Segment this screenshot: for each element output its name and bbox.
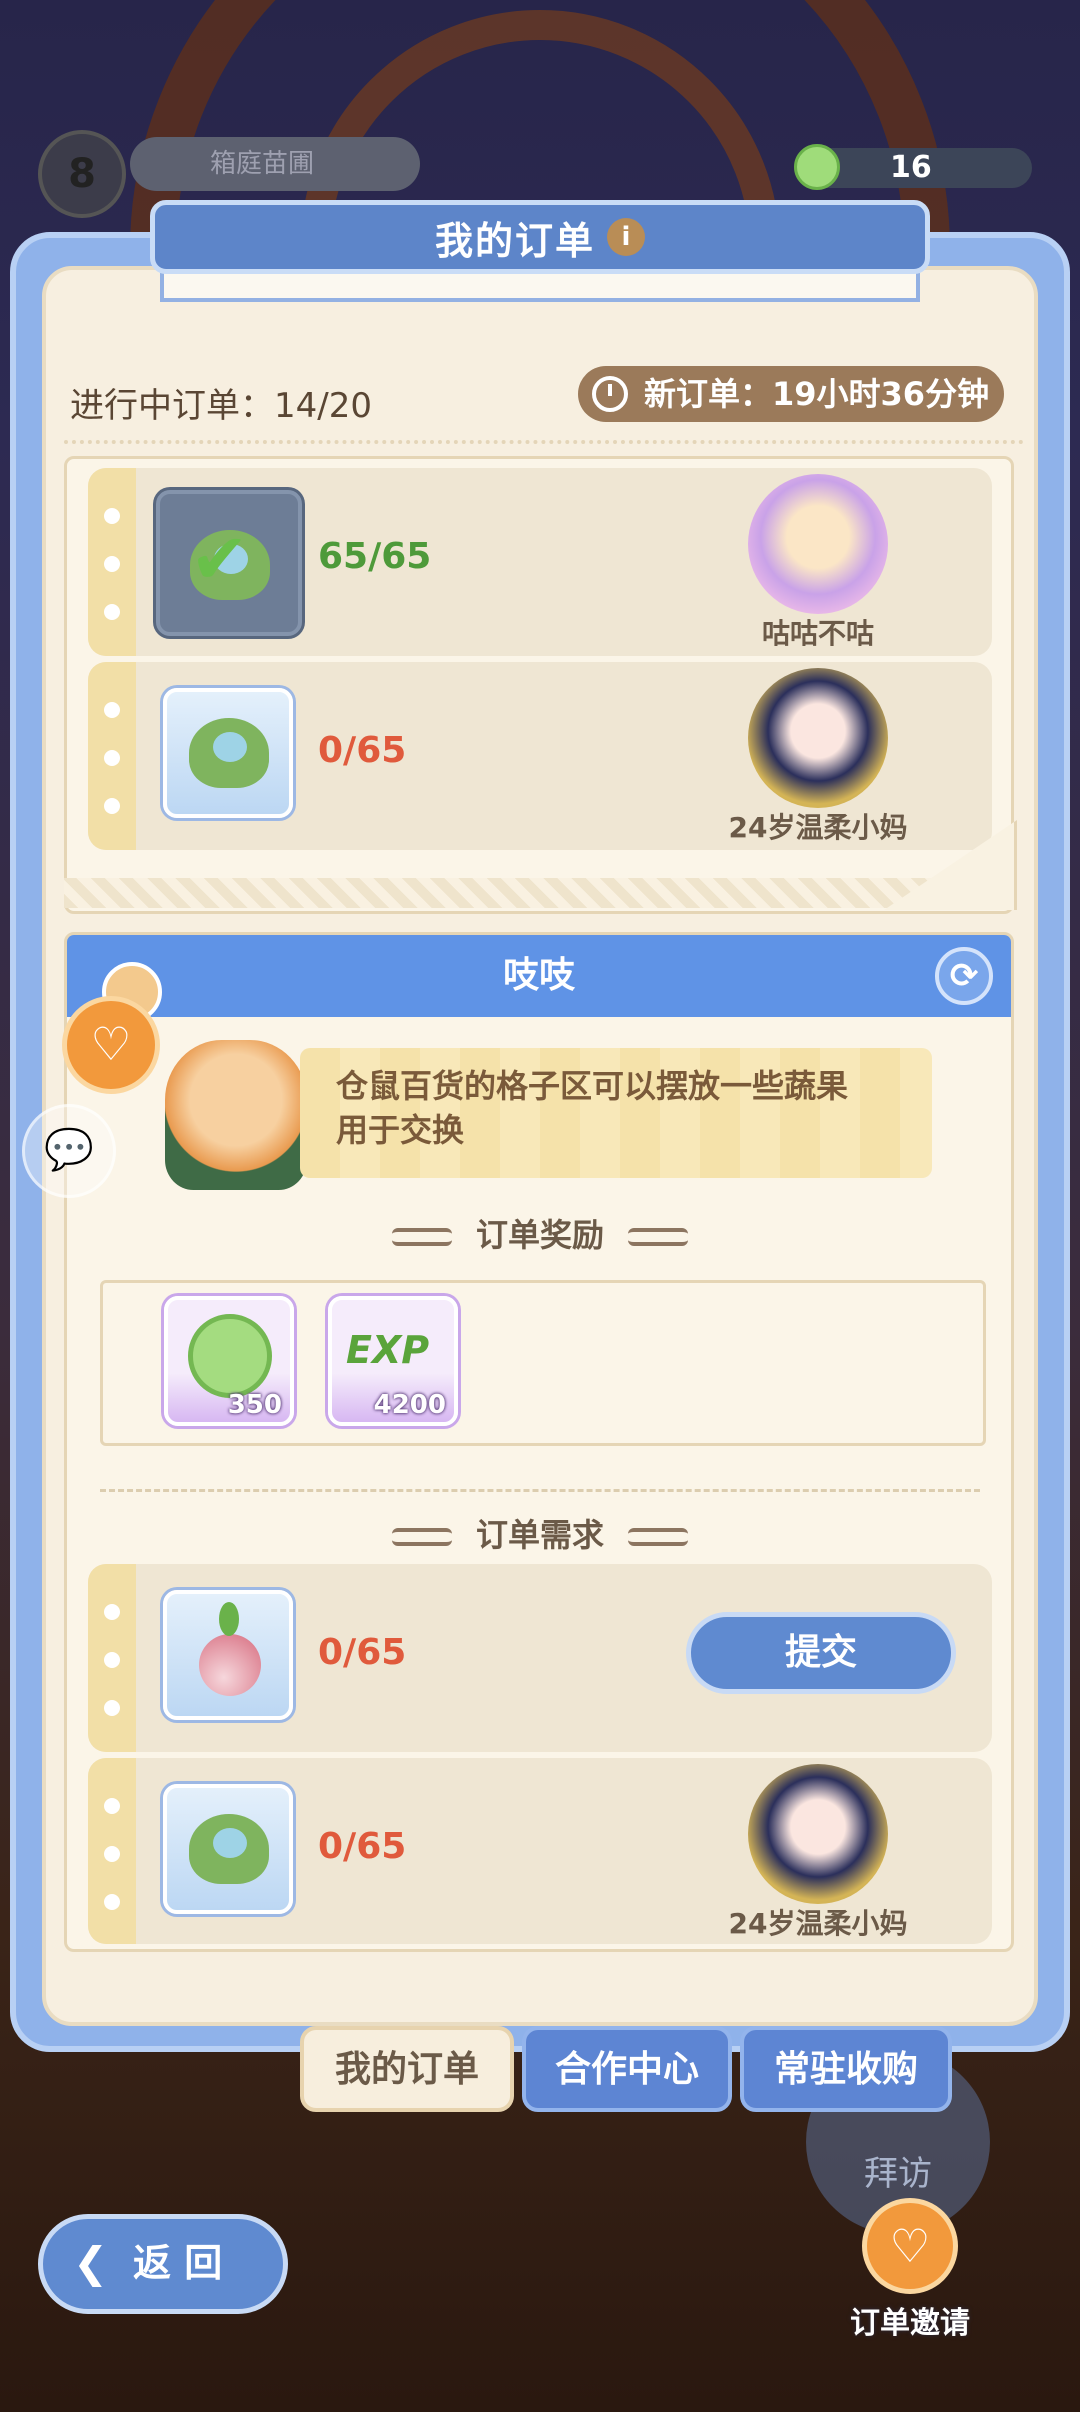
requester-avatar[interactable] — [748, 1764, 888, 1904]
item-count: 0/65 — [318, 1826, 407, 1867]
clover-coin-icon — [188, 1314, 272, 1398]
farm-name: 箱庭苗圃 — [130, 137, 420, 191]
new-order-timer: 新订单：19小时36分钟 — [578, 366, 1004, 422]
exp-clover-icon: EXP — [346, 1328, 430, 1372]
coin-counter: 16 — [794, 144, 1032, 190]
npc-dialog: 仓鼠百货的格子区可以摆放一些蔬果 用于交换 — [300, 1048, 932, 1178]
back-button[interactable]: ❮ 返 回 — [38, 2214, 288, 2314]
order-demand-row: ✔ 65/65 咕咕不咕 — [88, 468, 992, 656]
order-invite-label: 订单邀请 — [850, 2306, 970, 2341]
tab-my-orders[interactable]: 我的订单 — [300, 2026, 514, 2112]
item-count: 0/65 — [318, 730, 407, 771]
title-underbar — [160, 272, 920, 302]
clock-icon — [592, 376, 628, 412]
chat-bubble-icon[interactable]: 💬 — [22, 1104, 116, 1198]
clover-coin-icon — [794, 144, 840, 190]
order-pin: ♡ — [62, 962, 162, 1094]
requester-name: 咕咕不咕 — [761, 617, 874, 650]
item-slot[interactable]: ✔ — [156, 490, 302, 636]
radish-icon — [199, 1602, 261, 1696]
reward-title-text: 订单奖励 — [475, 1216, 604, 1254]
visit-label: 拜访 — [864, 2154, 932, 2194]
item-slot[interactable] — [163, 1590, 293, 1720]
order-npc-name: 吱吱 — [502, 955, 575, 996]
requester-name: 24岁温柔小妈 — [728, 1907, 908, 1940]
coin-value: 16 — [890, 150, 932, 185]
panel-title: 我的订单 — [434, 218, 595, 263]
demand-section-title: 订单需求 — [0, 1510, 1080, 1556]
card-zigzag-edge — [64, 878, 934, 908]
reward-section-title: 订单奖励 — [0, 1210, 1080, 1256]
demand-title-text: 订单需求 — [475, 1516, 604, 1554]
item-slot[interactable] — [163, 1784, 293, 1914]
order-invite-button[interactable]: ♡ 订单邀请 — [840, 2198, 980, 2348]
heart-badge-icon: ♡ — [62, 996, 160, 1094]
item-count: 65/65 — [318, 536, 432, 577]
row-stripe — [88, 468, 136, 656]
row-stripe — [88, 1564, 136, 1752]
back-label: 返 回 — [133, 2241, 223, 2285]
order-demand-row: 0/65 24岁温柔小妈 — [88, 1758, 992, 1944]
reward-item[interactable]: EXP 4200 — [328, 1296, 458, 1426]
orders-in-progress: 进行中订单：14/20 — [70, 386, 372, 426]
reward-amount: 350 — [227, 1390, 282, 1420]
check-icon: ✔ — [190, 518, 249, 600]
cabbage-icon — [189, 1814, 269, 1884]
panel-title-banner: 我的订单 i — [150, 200, 930, 274]
requester-name: 24岁温柔小妈 — [728, 811, 908, 844]
reward-item[interactable]: 350 — [164, 1296, 294, 1426]
requester-avatar[interactable] — [748, 668, 888, 808]
level-badge: 8 — [38, 130, 126, 218]
divider — [64, 440, 1024, 448]
requester-avatar[interactable] — [748, 474, 888, 614]
cabbage-icon — [189, 718, 269, 788]
tab-cooperation-center[interactable]: 合作中心 — [522, 2026, 732, 2112]
divider — [100, 1489, 980, 1492]
info-icon[interactable]: i — [607, 218, 645, 256]
row-stripe — [88, 1758, 136, 1944]
submit-button[interactable]: 提交 — [686, 1612, 956, 1694]
back-arrow-icon: ❮ — [73, 2238, 109, 2287]
row-stripe — [88, 662, 136, 850]
item-slot[interactable] — [163, 688, 293, 818]
refresh-icon[interactable]: ⟳ — [935, 947, 993, 1005]
heart-badge-icon: ♡ — [862, 2198, 958, 2294]
hamster-npc-avatar — [165, 1040, 307, 1190]
new-order-timer-text: 新订单：19小时36分钟 — [644, 375, 990, 413]
order-header: 吱吱 ⟳ — [67, 935, 1011, 1017]
tab-standing-purchase[interactable]: 常驻收购 — [740, 2026, 952, 2112]
item-count: 0/65 — [318, 1632, 407, 1673]
order-demand-row: 0/65 24岁温柔小妈 — [88, 662, 992, 850]
reward-amount: 4200 — [373, 1390, 446, 1420]
